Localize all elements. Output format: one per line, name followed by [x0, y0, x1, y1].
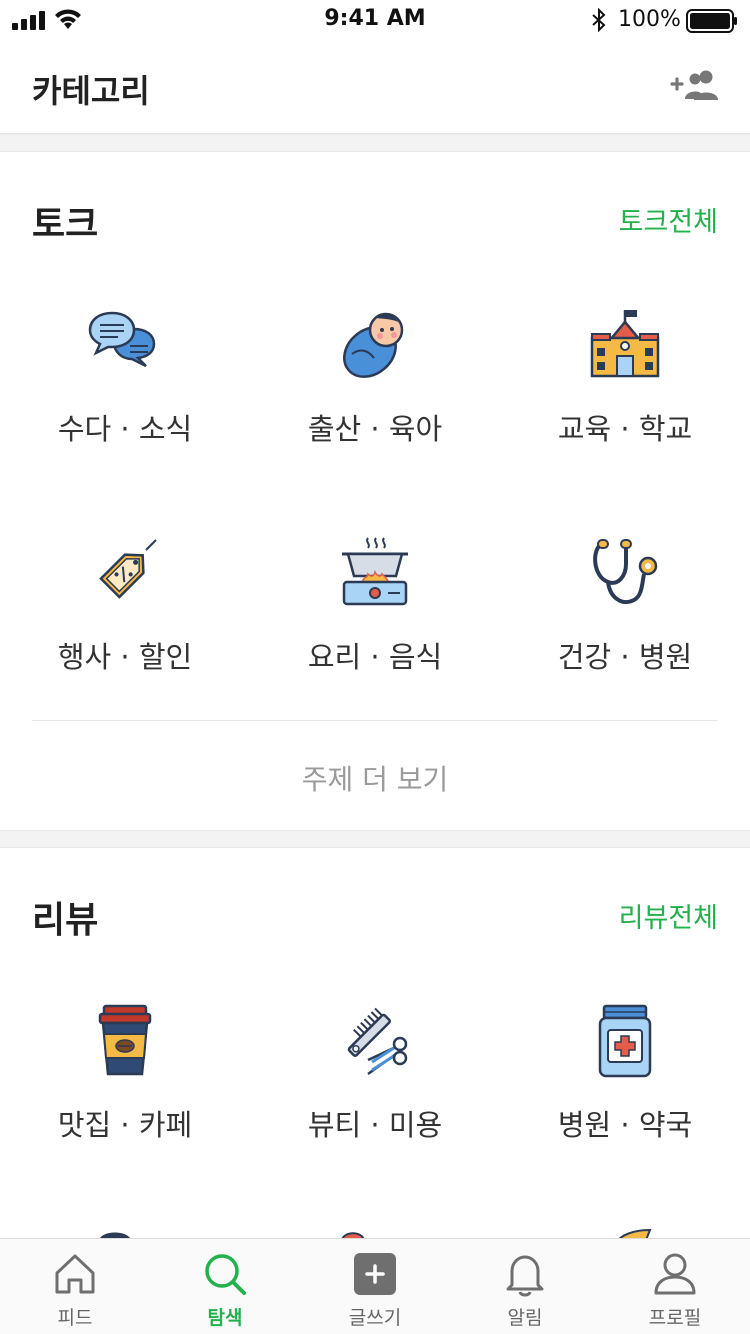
more-topics-button[interactable]: 주제 더 보기	[0, 758, 750, 798]
search-icon	[205, 1254, 246, 1295]
category-health-hospital[interactable]: 건강 · 병원	[500, 536, 750, 706]
section-gap	[0, 830, 750, 848]
baby-icon	[343, 312, 404, 378]
category-chat-news[interactable]: 수다 · 소식	[0, 308, 250, 478]
category-label: 뷰티 · 미용	[307, 1108, 443, 1142]
status-bar: 9:41 AM 100%	[0, 0, 750, 40]
tab-label: 피드	[57, 1307, 93, 1329]
category-label: 교육 · 학교	[557, 412, 693, 446]
profile-icon	[654, 1253, 696, 1295]
chat-bubbles-icon	[88, 311, 156, 368]
category-education-school[interactable]: 교육 · 학교	[500, 308, 750, 478]
category-cooking-food[interactable]: 요리 · 음식	[250, 536, 500, 706]
tab-notifications[interactable]: 알림	[450, 1239, 600, 1334]
bell-icon	[506, 1255, 544, 1297]
tab-write[interactable]: 글쓰기	[300, 1239, 450, 1334]
tab-label: 탐색	[207, 1307, 243, 1329]
tab-feed[interactable]: 피드	[0, 1239, 150, 1334]
nav-header: 카테고리	[0, 40, 750, 134]
bluetooth-icon	[592, 8, 606, 32]
tab-search[interactable]: 탐색	[150, 1239, 300, 1334]
category-restaurant-cafe[interactable]: 맛집 · 카페	[0, 1004, 250, 1174]
category-label: 맛집 · 카페	[57, 1108, 193, 1142]
category-label: 요리 · 음식	[307, 640, 443, 674]
section-gap	[0, 134, 750, 152]
category-label: 출산 · 육아	[307, 412, 443, 446]
category-label: 병원 · 약국	[557, 1108, 693, 1142]
school-icon	[590, 310, 660, 378]
stethoscope-icon	[593, 539, 658, 604]
coffee-cup-icon	[98, 1004, 152, 1076]
medicine-bottle-icon	[598, 1004, 652, 1078]
tab-bar: 피드 탐색 글쓰기 알림 프로필	[0, 1238, 750, 1334]
tab-label: 알림	[507, 1307, 543, 1329]
divider	[32, 720, 718, 721]
battery-percent: 100%	[618, 7, 681, 32]
category-beauty[interactable]: 뷰티 · 미용	[250, 1004, 500, 1174]
review-see-all-link[interactable]: 리뷰전체	[619, 896, 718, 935]
category-label: 행사 · 할인	[57, 640, 193, 674]
tab-label: 글쓰기	[348, 1307, 402, 1329]
tab-label: 프로필	[648, 1307, 702, 1329]
battery-icon	[686, 9, 737, 33]
category-events-discount[interactable]: 행사 · 할인	[0, 536, 250, 706]
category-hospital-pharmacy[interactable]: 병원 · 약국	[500, 1004, 750, 1174]
category-birth-parenting[interactable]: 출산 · 육아	[250, 308, 500, 478]
section-title-review: 리뷰	[32, 900, 99, 941]
plus-square-icon	[354, 1253, 396, 1295]
page-title: 카테고리	[32, 72, 150, 110]
add-friend-icon[interactable]	[670, 68, 724, 104]
cooking-pot-icon	[342, 537, 408, 606]
comb-scissors-icon	[347, 1007, 408, 1076]
section-title-talk: 토크	[32, 204, 99, 245]
tab-profile[interactable]: 프로필	[600, 1239, 750, 1334]
home-icon	[55, 1254, 95, 1294]
discount-tag-icon	[99, 539, 157, 599]
category-label: 수다 · 소식	[57, 412, 193, 446]
talk-see-all-link[interactable]: 토크전체	[619, 200, 718, 239]
category-label: 건강 · 병원	[557, 640, 693, 674]
